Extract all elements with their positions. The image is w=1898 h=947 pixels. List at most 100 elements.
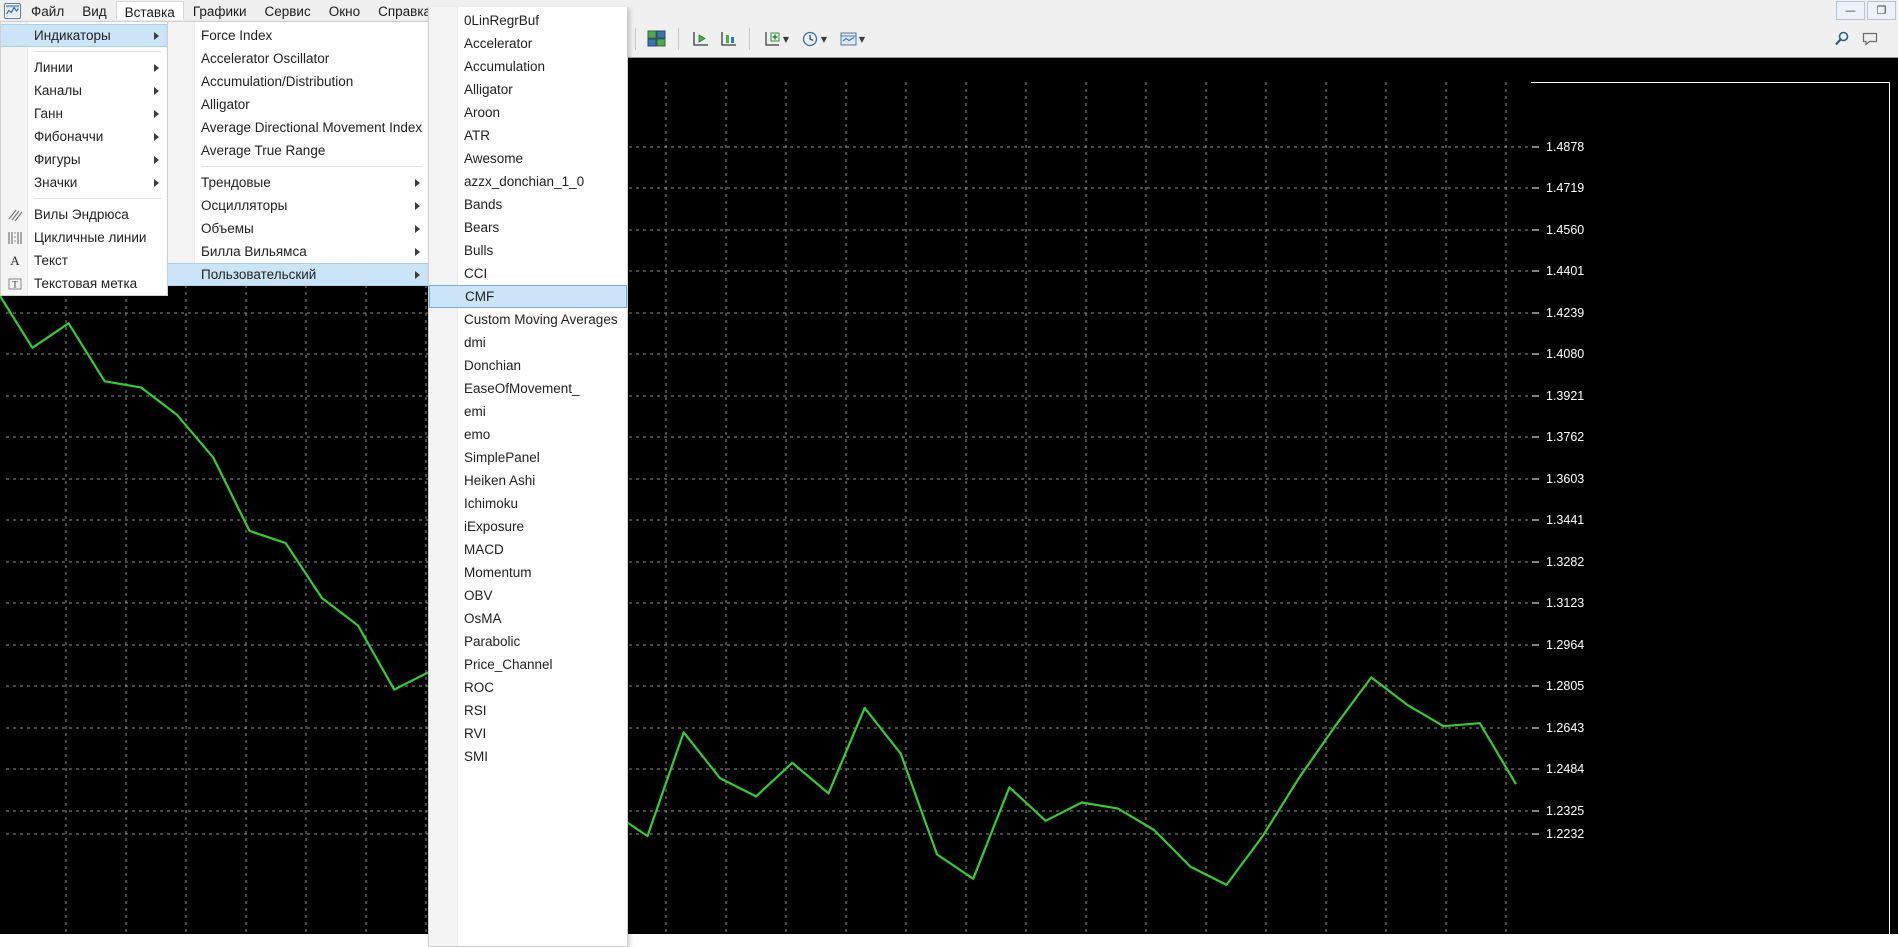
price-axis[interactable]: 1.4878 1.4719 1.4560 1.4401 1.4239 1.4080 1.39… bbox=[1532, 82, 1898, 934]
templates-button[interactable]: ▼ bbox=[835, 27, 869, 51]
menu-item-atr[interactable]: ATR bbox=[429, 124, 627, 147]
autoscroll-button[interactable] bbox=[688, 27, 712, 51]
magnifier-icon bbox=[1835, 31, 1849, 46]
menu-item-easeofmovement[interactable]: EaseOfMovement_ bbox=[429, 377, 627, 400]
price-axis-label: 1.4239 bbox=[1546, 306, 1585, 320]
menu-item-ichimoku[interactable]: Ichimoku bbox=[429, 492, 627, 515]
menu-item-bulls[interactable]: Bulls bbox=[429, 239, 627, 262]
menu-item-bands[interactable]: Bands bbox=[429, 193, 627, 216]
zoom-search-button[interactable] bbox=[1830, 27, 1854, 51]
menu-item-label: Текст bbox=[34, 253, 68, 268]
menubar-item-5[interactable]: Окно bbox=[320, 1, 369, 20]
menu-item-donchian[interactable]: Donchian bbox=[429, 354, 627, 377]
menu-item-custom-moving-averages[interactable]: Custom Moving Averages bbox=[429, 308, 627, 331]
menu-item-[interactable]: Трендовые bbox=[168, 171, 428, 194]
menu-item-label: Линии bbox=[34, 60, 73, 75]
menu-item-price-channel[interactable]: Price_Channel bbox=[429, 653, 627, 676]
menu-item-macd[interactable]: MACD bbox=[429, 538, 627, 561]
menu-item-[interactable]: Объемы bbox=[168, 217, 428, 240]
menubar-item-1[interactable]: Вид bbox=[73, 1, 115, 20]
menu-item-[interactable]: Фигуры bbox=[1, 148, 167, 171]
menu-item-aroon[interactable]: Aroon bbox=[429, 101, 627, 124]
menu-item-cci[interactable]: CCI bbox=[429, 262, 627, 285]
menu-item-[interactable]: Значки bbox=[1, 171, 167, 194]
menubar-item-2[interactable]: Вставка bbox=[115, 1, 184, 20]
menu-item-emo[interactable]: emo bbox=[429, 423, 627, 446]
chart-shift-button[interactable] bbox=[716, 27, 740, 51]
menu-item-[interactable]: T Текстовая метка bbox=[1, 272, 167, 295]
menu-item-[interactable]: A Текст bbox=[1, 249, 167, 272]
menu-item-force-index[interactable]: Force Index bbox=[168, 24, 428, 47]
menu-item-label: Объемы bbox=[201, 221, 254, 236]
price-axis-tick bbox=[1532, 644, 1539, 646]
comment-button[interactable] bbox=[1858, 27, 1882, 51]
grid-green-blue-icon bbox=[647, 30, 666, 47]
menu-item-roc[interactable]: ROC bbox=[429, 676, 627, 699]
menubar-item-4[interactable]: Сервис bbox=[256, 1, 320, 20]
menu-item-alligator[interactable]: Alligator bbox=[429, 78, 627, 101]
restore-button[interactable]: ❐ bbox=[1867, 1, 1896, 20]
menubar-item-0[interactable]: Файл bbox=[22, 1, 73, 20]
menu-item-momentum[interactable]: Momentum bbox=[429, 561, 627, 584]
menu-item-label: Donchian bbox=[464, 358, 522, 373]
menu-item-rsi[interactable]: RSI bbox=[429, 699, 627, 722]
menu-item-label: Каналы bbox=[34, 83, 82, 98]
price-axis-tick bbox=[1532, 602, 1539, 604]
menu-item-[interactable]: Фибоначчи bbox=[1, 125, 167, 148]
price-axis-label: 1.2484 bbox=[1546, 762, 1585, 776]
menu-item-label: SimplePanel bbox=[464, 450, 540, 465]
menu-item-awesome[interactable]: Awesome bbox=[429, 147, 627, 170]
menu-item-emi[interactable]: emi bbox=[429, 400, 627, 423]
indicators-menu-popup[interactable]: Force Index Accelerator Oscillator Accumul… bbox=[167, 21, 429, 286]
price-axis-tick bbox=[1532, 229, 1539, 231]
menu-item-smi[interactable]: SMI bbox=[429, 745, 627, 768]
menu-item-accelerator-oscillator[interactable]: Accelerator Oscillator bbox=[168, 47, 428, 70]
menu-item-bears[interactable]: Bears bbox=[429, 216, 627, 239]
menubar-item-label: Вставка bbox=[124, 5, 175, 20]
price-axis-tick bbox=[1532, 810, 1539, 812]
menu-item-[interactable]: Каналы bbox=[1, 79, 167, 102]
menu-item-[interactable]: Вилы Эндрюса bbox=[1, 203, 167, 226]
menu-item-osma[interactable]: OsMA bbox=[429, 607, 627, 630]
menu-item-label: Heiken Ashi bbox=[464, 473, 536, 488]
menu-item-[interactable]: Индикаторы bbox=[1, 24, 167, 47]
menu-item-label: emo bbox=[464, 427, 491, 442]
menu-item-[interactable]: Осцилляторы bbox=[168, 194, 428, 217]
speech-bubble-icon bbox=[1862, 32, 1878, 46]
price-axis-tick bbox=[1532, 833, 1539, 835]
minimize-button[interactable]: — bbox=[1836, 1, 1865, 20]
menu-item-rvi[interactable]: RVI bbox=[429, 722, 627, 745]
menubar-item-3[interactable]: Графики bbox=[184, 1, 256, 20]
menu-item-average-directional-movement-index[interactable]: Average Directional Movement Index bbox=[168, 116, 428, 139]
period-selector-button[interactable]: ▼ bbox=[797, 27, 831, 51]
price-axis-label: 1.4560 bbox=[1546, 223, 1585, 237]
templates-grid-button[interactable] bbox=[645, 27, 669, 51]
menu-item-azzx-donchian-1-0[interactable]: azzx_donchian_1_0 bbox=[429, 170, 627, 193]
menu-item-label: Aroon bbox=[464, 105, 501, 120]
menu-item-cmf[interactable]: CMF bbox=[429, 285, 627, 308]
menu-item-dmi[interactable]: dmi bbox=[429, 331, 627, 354]
template-icon bbox=[840, 32, 857, 46]
custom-indicators-menu-popup[interactable]: 0LinRegrBuf Accelerator Accumulation Alliga… bbox=[428, 7, 628, 947]
menu-item-label: Индикаторы bbox=[34, 28, 111, 43]
menu-item-simplepanel[interactable]: SimplePanel bbox=[429, 446, 627, 469]
menu-item-obv[interactable]: OBV bbox=[429, 584, 627, 607]
clock-icon bbox=[802, 31, 818, 47]
insert-menu-popup[interactable]: Индикаторы Линии Каналы Ганн Фибоначчи Фигуры… bbox=[0, 21, 168, 296]
menu-item-label: ATR bbox=[464, 128, 490, 143]
menu-item-average-true-range[interactable]: Average True Range bbox=[168, 139, 428, 162]
menu-item-heiken-ashi[interactable]: Heiken Ashi bbox=[429, 469, 627, 492]
menu-item-parabolic[interactable]: Parabolic bbox=[429, 630, 627, 653]
menu-item-[interactable]: Пользовательский bbox=[168, 263, 428, 286]
menu-item-accumulation[interactable]: Accumulation bbox=[429, 55, 627, 78]
menu-item-0linregrbuf[interactable]: 0LinRegrBuf bbox=[429, 9, 627, 32]
menu-item-[interactable]: Цикличные линии bbox=[1, 226, 167, 249]
menu-item-[interactable]: Линии bbox=[1, 56, 167, 79]
menu-item-[interactable]: Ганн bbox=[1, 102, 167, 125]
menu-item-accelerator[interactable]: Accelerator bbox=[429, 32, 627, 55]
menu-item-alligator[interactable]: Alligator bbox=[168, 93, 428, 116]
menu-item-accumulation-distribution[interactable]: Accumulation/Distribution bbox=[168, 70, 428, 93]
new-object-button[interactable]: ▼ bbox=[759, 27, 793, 51]
menu-item-[interactable]: Билла Вильямса bbox=[168, 240, 428, 263]
menu-item-iexposure[interactable]: iExposure bbox=[429, 515, 627, 538]
